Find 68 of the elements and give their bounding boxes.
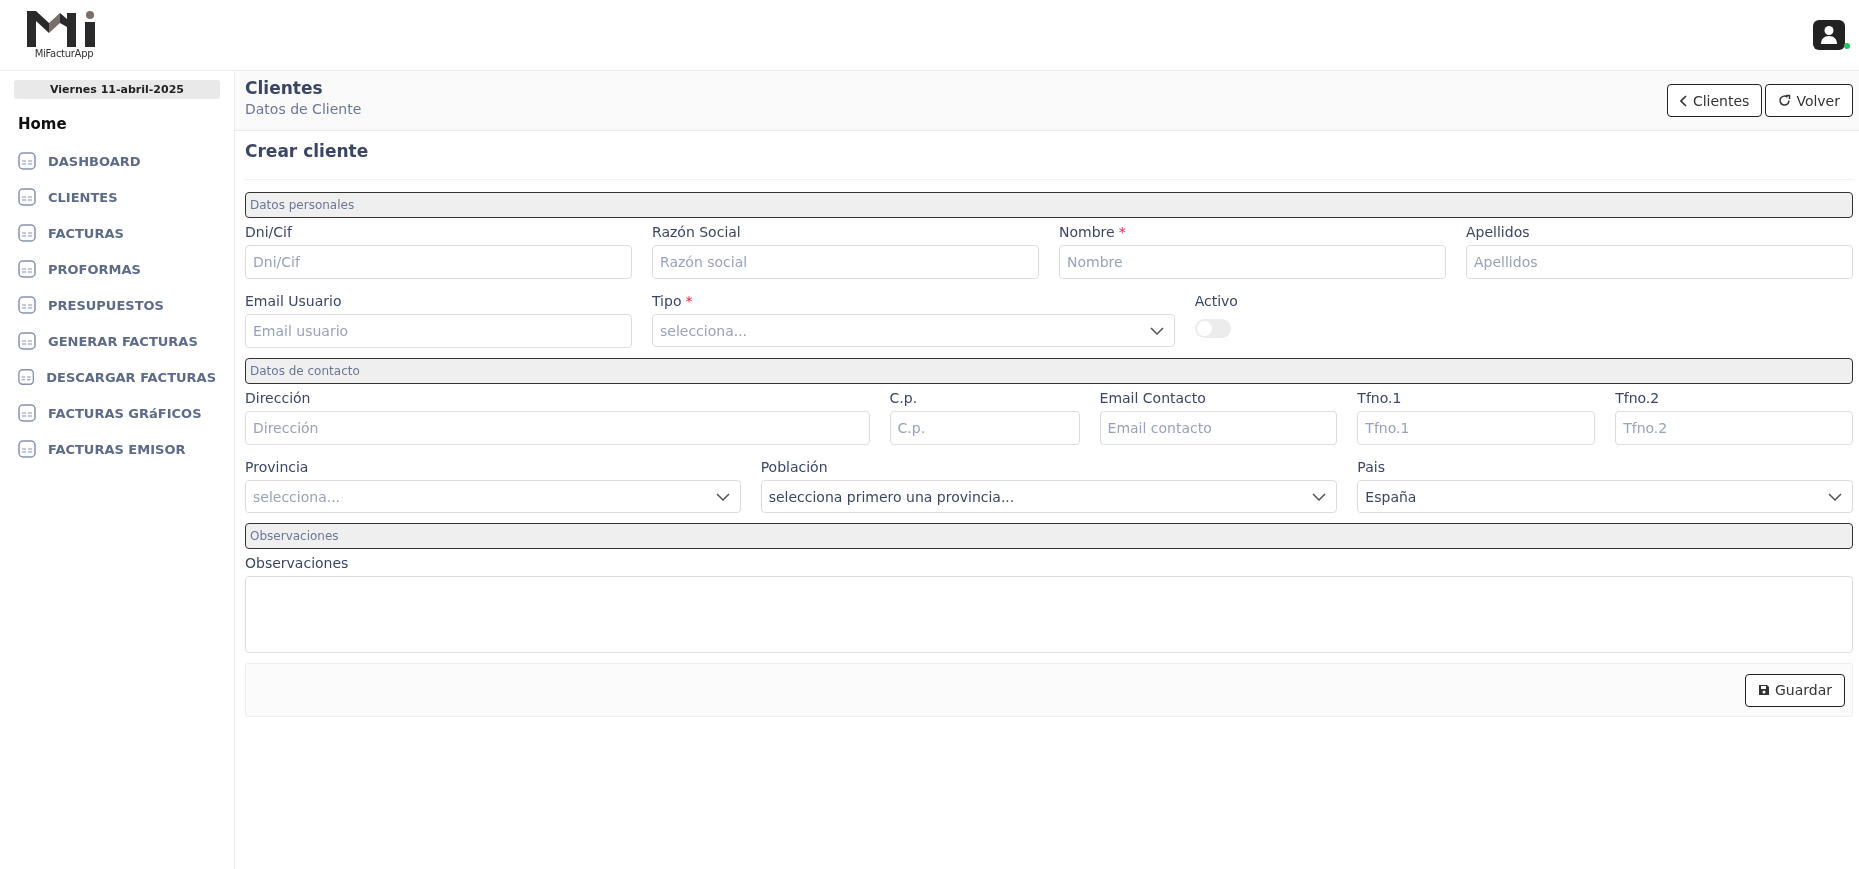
required-mark: * (1118, 224, 1126, 240)
field-label: Email Contacto (1099, 390, 1207, 406)
list-icon (18, 368, 35, 386)
field-label: Dni/Cif (245, 224, 294, 240)
list-icon (18, 404, 36, 422)
form-title: Crear cliente (245, 131, 1853, 180)
sidebar-item[interactable]: FACTURAS EMISOR (14, 431, 220, 467)
input-field[interactable]: C.p. (889, 411, 1080, 445)
list-icon (18, 332, 36, 350)
sidebar-item[interactable]: FACTURAS (14, 215, 220, 251)
input-field[interactable]: Razón social (652, 245, 1039, 279)
field-label: C.p. (889, 390, 919, 406)
sidebar-item[interactable]: PRESUPUESTOS (14, 287, 220, 323)
list-icon (18, 152, 36, 170)
field-label: Email Usuario (245, 293, 343, 309)
reload-button[interactable]: Volver (1765, 84, 1853, 117)
field-label: Observaciones (245, 555, 350, 571)
chevron-down-icon (1149, 326, 1164, 335)
field-label: Nombre * (1059, 224, 1127, 240)
date-label: Viernes 11-abril-2025 (14, 80, 220, 99)
input-field[interactable]: Dni/Cif (245, 245, 632, 279)
reload-icon (1778, 94, 1792, 107)
chevron-left-icon (1679, 94, 1688, 107)
list-icon (18, 296, 36, 314)
sidebar-heading: Home (18, 115, 68, 133)
input-field[interactable]: Tfno.2 (1615, 411, 1853, 445)
back-button[interactable]: Clientes (1666, 84, 1763, 117)
input-field[interactable]: Email contacto (1099, 411, 1338, 445)
section-header: Datos personales (245, 192, 1853, 218)
field-label: Provincia (245, 459, 310, 475)
field-label: Dirección (245, 390, 312, 406)
field-label: Tfno.1 (1357, 390, 1403, 406)
field-label: Activo (1194, 293, 1239, 309)
sidebar-item[interactable]: CLIENTES (14, 179, 220, 215)
field-label: Apellidos (1466, 224, 1531, 240)
field-label: Tfno.2 (1615, 390, 1661, 406)
list-icon (18, 224, 36, 242)
chevron-down-icon (1312, 492, 1327, 501)
page-subtitle: Datos de Cliente (245, 101, 362, 117)
sidebar-item[interactable]: DASHBOARD (14, 143, 220, 179)
list-icon (18, 260, 36, 278)
field-label: Pais (1357, 459, 1386, 475)
logo-text: MiFacturApp (34, 48, 94, 59)
field-label: Razón Social (652, 224, 742, 240)
sidebar-item[interactable]: FACTURAS GRáFICOS (14, 395, 220, 431)
list-icon (18, 440, 36, 458)
field-label: Población (760, 459, 829, 475)
section-header: Observaciones (245, 523, 1853, 549)
list-icon (18, 188, 36, 206)
page-title: Clientes (245, 78, 324, 98)
section-header: Datos de contacto (245, 358, 1853, 384)
save-button[interactable]: Guardar (1744, 673, 1845, 707)
sidebar-item[interactable]: DESCARGAR FACTURAS (14, 359, 220, 395)
select-field[interactable]: selecciona primero una provincia... (760, 480, 1338, 513)
input-field[interactable]: Dirección (245, 411, 870, 445)
input-field[interactable]: Apellidos (1466, 245, 1853, 279)
user-avatar-icon[interactable] (1813, 20, 1845, 50)
sidebar-item[interactable]: PROFORMAS (14, 251, 220, 287)
input-field[interactable]: Nombre (1059, 245, 1446, 279)
input-field[interactable]: Email usuario (245, 314, 632, 348)
textarea-field[interactable] (245, 576, 1853, 653)
required-mark: * (685, 293, 693, 309)
chevron-down-icon (715, 492, 730, 501)
field-label: Tipo * (652, 293, 694, 309)
sidebar-item[interactable]: GENERAR FACTURAS (14, 323, 220, 359)
chevron-down-icon (1828, 492, 1842, 501)
input-field[interactable]: Tfno.1 (1357, 411, 1596, 445)
select-field[interactable]: España (1357, 480, 1853, 513)
